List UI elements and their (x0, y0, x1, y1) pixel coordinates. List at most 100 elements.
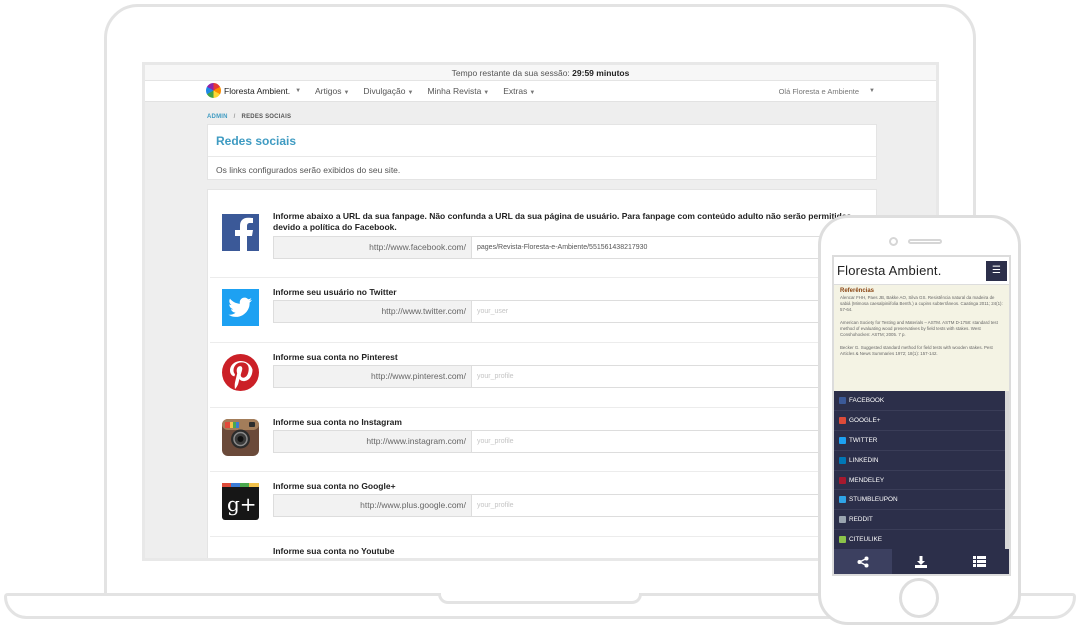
google-plus-icon (839, 416, 846, 424)
chevron-down-icon: ▼ (295, 87, 302, 94)
share-facebook[interactable]: FACEBOOK (834, 391, 1009, 411)
share-label: LINKEDIN (849, 456, 879, 464)
share-linkedin[interactable]: LINKEDIN (834, 451, 1009, 471)
tab-share[interactable] (834, 549, 893, 574)
menu-label: Artigos (315, 86, 342, 96)
chevron-down-icon: ▼ (529, 90, 536, 96)
tab-list[interactable] (951, 549, 1009, 574)
laptop-notch (438, 593, 642, 604)
facebook-url-prefix: http://www.facebook.com/ (274, 237, 472, 258)
brand-link[interactable]: Floresta Ambient. ▼ (206, 83, 301, 98)
mendeley-icon (839, 476, 846, 484)
social-row-twitter: Informe seu usuário no Twitter http://ww… (210, 278, 876, 343)
youtube-label: Informe sua conta no Youtube (273, 546, 395, 556)
breadcrumb-separator: / (233, 114, 236, 120)
social-row-pinterest: Informe sua conta no Pinterest http://ww… (210, 343, 876, 408)
share-label: TWITTER (849, 436, 878, 444)
brand-name: Floresta Ambient. (224, 85, 291, 96)
menu-minha-revista[interactable]: Minha Revista ▼ (427, 86, 489, 96)
chevron-down-icon: ▼ (343, 90, 350, 96)
phone-home-button (899, 578, 939, 618)
pinterest-icon (222, 354, 259, 391)
share-label: GOOGLE+ (849, 416, 881, 424)
share-google-plus[interactable]: GOOGLE+ (834, 411, 1009, 431)
linkedin-icon (839, 456, 846, 464)
twitter-icon (222, 289, 259, 326)
user-greeting: Olá Floresta e Ambiente (778, 86, 860, 96)
twitter-url-prefix: http://www.twitter.com/ (274, 301, 472, 322)
references-section: Referências Alencar FHH, Paes JB, Bakke … (834, 285, 1009, 391)
twitter-url-field: http://www.twitter.com/ your_user (273, 300, 876, 323)
youtube-input[interactable] (472, 560, 877, 561)
phone-camera (889, 237, 898, 246)
pinterest-input[interactable]: your_profile (472, 366, 876, 387)
page-subtitle: Os links configurados serão exibidos do … (216, 165, 401, 175)
reference-item: Becker G. Suggested standard method for … (840, 345, 993, 356)
menu-divulgacao[interactable]: Divulgação ▼ (363, 86, 413, 96)
menu-artigos[interactable]: Artigos ▼ (315, 86, 349, 96)
share-twitter[interactable]: TWITTER (834, 431, 1009, 451)
pinterest-label: Informe sua conta no Pinterest (273, 352, 398, 362)
instagram-label: Informe sua conta no Instagram (273, 417, 402, 427)
stumbleupon-icon (839, 496, 846, 504)
share-reddit[interactable]: REDDIT (834, 510, 1009, 531)
phone-speaker (908, 239, 942, 244)
breadcrumb: ADMIN / REDES SOCIAIS (207, 114, 291, 120)
social-row-youtube: Informe sua conta no Youtube (210, 537, 877, 561)
google-plus-label: Informe sua conta no Google+ (273, 481, 396, 491)
instagram-url-prefix: http://www.instagram.com/ (274, 431, 472, 452)
hamburger-menu-icon[interactable]: ☰ (986, 261, 1007, 281)
social-row-google-plus: g+ Informe sua conta no Google+ http://w… (210, 472, 876, 537)
share-label: REDDIT (849, 516, 873, 524)
share-label: MENDELEY (849, 476, 885, 484)
brand-logo-icon (206, 83, 221, 98)
list-icon (973, 556, 987, 567)
share-mendeley[interactable]: MENDELEY (834, 471, 1009, 491)
tab-download[interactable] (892, 549, 950, 574)
page-header-panel: Redes sociais Os links configurados serã… (207, 124, 877, 180)
youtube-url-field (273, 559, 877, 561)
instagram-input[interactable]: your_profile (472, 431, 876, 452)
chevron-down-icon: ▼ (869, 88, 875, 94)
share-menu: FACEBOOK GOOGLE+ TWITTER LINKEDIN MENDEL… (834, 391, 1009, 551)
share-citeulike[interactable]: CITEULIKE (834, 530, 1009, 551)
session-text: Tempo restante da sua sessão: (451, 68, 570, 78)
google-plus-url-field: http://www.plus.google.com/ your_profile (273, 494, 876, 517)
social-row-facebook: Informe abaixo a URL da sua fanpage. Não… (210, 190, 876, 278)
scrollbar[interactable] (1005, 391, 1009, 551)
google-plus-url-prefix: http://www.plus.google.com/ (274, 495, 472, 516)
facebook-input[interactable]: pages/Revista-Floresta-e-Ambiente/551561… (472, 237, 876, 258)
menu-label: Divulgação (363, 86, 406, 96)
facebook-icon (839, 396, 846, 404)
phone-screen: Floresta Ambient. ☰ Referências Alencar … (832, 255, 1011, 576)
top-navbar: Floresta Ambient. ▼ Artigos ▼ Divulgação ▼ … (145, 81, 936, 102)
chevron-down-icon: ▼ (483, 90, 490, 96)
user-menu[interactable]: Olá Floresta e Ambiente ▼ (779, 81, 875, 101)
session-bar: Tempo restante da sua sessão: 29:59 minu… (145, 65, 936, 81)
reference-item: Alencar FHH, Paes JB, Bakke AO, Silva GS… (840, 295, 1003, 312)
facebook-icon (222, 214, 259, 251)
menu-label: Extras (503, 86, 528, 96)
reddit-icon (839, 516, 846, 524)
instagram-icon (222, 419, 259, 456)
session-time: 29:59 minutos (572, 68, 630, 78)
breadcrumb-admin-link[interactable]: ADMIN (207, 114, 228, 120)
share-stumbleupon[interactable]: STUMBLEUPON (834, 490, 1009, 511)
menu-extras[interactable]: Extras ▼ (503, 86, 535, 96)
twitter-label: Informe seu usuário no Twitter (273, 287, 397, 297)
twitter-input[interactable]: your_user (472, 301, 876, 322)
page-title: Redes sociais (208, 125, 876, 157)
google-plus-input[interactable]: your_profile (472, 495, 876, 516)
share-label: STUMBLEUPON (849, 496, 898, 504)
phone-tab-bar (834, 549, 1009, 574)
breadcrumb-current: REDES SOCIAIS (241, 114, 292, 120)
facebook-url-field: http://www.facebook.com/ pages/Revista-F… (273, 236, 876, 259)
share-icon (857, 556, 869, 567)
google-plus-icon: g+ (222, 483, 259, 520)
menu-label: Minha Revista (427, 86, 482, 96)
chevron-down-icon: ▼ (407, 90, 414, 96)
share-label: CITEULIKE (849, 536, 883, 544)
pinterest-url-field: http://www.pinterest.com/ your_profile (273, 365, 876, 388)
citeulike-icon (839, 536, 846, 544)
instagram-url-field: http://www.instagram.com/ your_profile (273, 430, 876, 453)
